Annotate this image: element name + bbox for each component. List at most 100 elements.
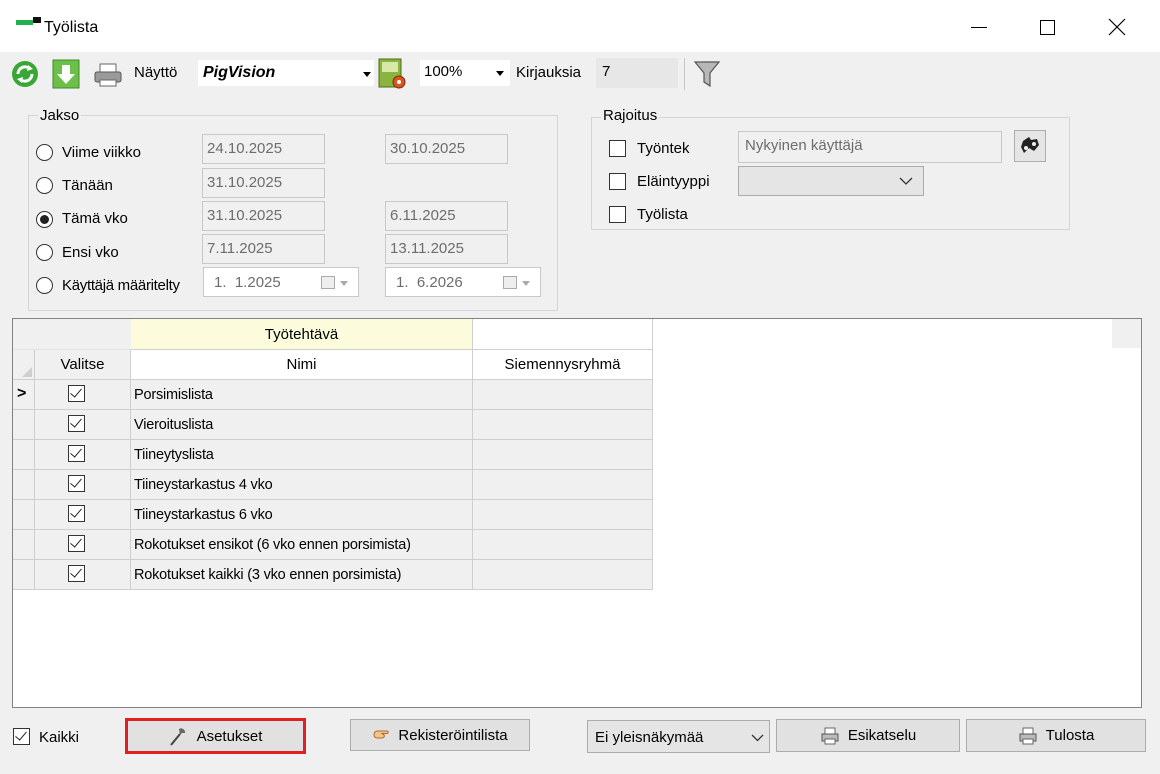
table-cell-nimi: Tiineystarkastus 4 vko [131,470,473,500]
date-from: 7.11.2025 [202,234,325,264]
row-selector[interactable] [13,440,35,470]
radio-viime-viikko[interactable] [36,144,53,161]
date-from: 31.10.2025 [202,168,325,198]
date-to: 13.11.2025 [385,234,508,264]
elaintyyppi-checkbox[interactable] [609,173,626,190]
column-header-siemennysryhma[interactable]: Siemennysryhmä [473,350,653,380]
maximize-button[interactable] [1024,10,1070,44]
kaikki-label: Kaikki [39,729,80,746]
tyontek-field[interactable]: Nykyinen käyttäjä [738,131,1002,163]
tyolista-label: Työlista [637,206,688,223]
document-gear-icon [378,58,406,89]
radio-kayttaja-maaritelty[interactable] [36,277,53,294]
column-header-nimi[interactable]: Nimi [131,350,473,380]
date-to: 6.11.2025 [385,201,508,231]
view-dropdown[interactable]: Ei yleisnäkymää [587,720,770,753]
row-selector[interactable] [13,410,35,440]
custom-date-from-picker[interactable]: 1. 1.2025 [203,267,359,297]
row-checkbox[interactable] [68,505,85,522]
tulosta-button[interactable]: Tulosta [966,719,1146,752]
zoom-dropdown[interactable]: 100% [420,60,510,86]
esikatselu-button[interactable]: Esikatselu [776,719,960,752]
tyontek-checkbox[interactable] [609,140,626,157]
radio-label: Tämä vko [62,210,128,227]
row-checkbox[interactable] [68,385,85,402]
close-button[interactable] [1094,10,1140,44]
table-cell-nimi: Tiineytyslista [131,440,473,470]
app-logo-icon [16,17,42,27]
rajoitus-title: Rajoitus [601,107,660,124]
row-checkbox[interactable] [68,415,85,432]
band-header-spacer [473,319,653,350]
export-button[interactable] [52,58,82,90]
chevron-down-icon [496,71,504,76]
radio-tanaan[interactable] [36,177,53,194]
row-checkbox[interactable] [68,475,85,492]
table-cell-nimi: Rokotukset ensikot (6 vko ennen porsimis… [131,530,473,560]
table-cell-valitse [35,470,131,500]
rekisterointilista-label: Rekisteröintilista [398,726,508,744]
table-cell-valitse [35,500,131,530]
row-selector-header [13,350,35,380]
refresh-icon [12,61,38,87]
row-selector[interactable] [13,500,35,530]
row-selector[interactable] [13,560,35,590]
date-from: 24.10.2025 [202,134,325,164]
date-from: 31.10.2025 [202,201,325,231]
custom-date-to-picker[interactable]: 1. 6.2026 [385,267,541,297]
radio-ensi-vko[interactable] [36,244,53,261]
search-user-button[interactable] [1014,130,1046,162]
table-cell-valitse [35,440,131,470]
naytto-dropdown[interactable]: PigVision [198,60,374,86]
current-row-marker: > [17,385,27,402]
radio-label: Tänään [62,177,113,194]
calendar-icon [321,276,335,289]
minimize-button[interactable] [956,10,1002,44]
table-cell-valitse [35,530,131,560]
kaikki-checkbox[interactable] [13,728,30,745]
window-title: Työlista [44,19,99,36]
table-cell-valitse [35,560,131,590]
chevron-down-icon [340,281,348,286]
table-cell-siemennysryhma [473,440,653,470]
chevron-down-icon [899,177,913,185]
report-settings-button[interactable] [377,57,407,89]
wrench-icon [169,728,185,746]
asetukset-button[interactable]: Asetukset [125,718,306,754]
zoom-value: 100% [424,63,463,80]
download-arrow-icon [52,59,80,89]
row-checkbox[interactable] [68,565,85,582]
esikatselu-label: Esikatselu [847,727,917,744]
row-checkbox[interactable] [68,445,85,462]
refresh-button[interactable] [10,58,40,90]
elaintyyppi-dropdown[interactable] [738,166,924,196]
row-selector[interactable] [13,530,35,560]
table-cell-nimi: Porsimislista [131,380,473,410]
radio-label: Käyttäjä määritelty [62,277,180,294]
rekisterointilista-button[interactable]: Rekisteröintilista [350,719,530,751]
filter-button[interactable] [692,58,722,90]
column-header-valitse[interactable]: Valitse [35,350,131,380]
row-selector[interactable] [13,470,35,500]
table-cell-valitse [35,410,131,440]
tyolista-checkbox[interactable] [609,206,626,223]
print-button[interactable] [92,58,122,90]
radio-tama-vko[interactable] [36,211,53,228]
row-selector[interactable]: > [13,380,35,410]
hand-pointer-icon [373,730,390,739]
chevron-down-icon [522,281,530,286]
table-cell-nimi: Vieroituslista [131,410,473,440]
row-checkbox[interactable] [68,535,85,552]
minimize-icon [971,26,987,28]
kirjauksia-count: 7 [596,58,678,88]
view-value: Ei yleisnäkymää [595,729,704,746]
radio-label: Ensi vko [62,244,119,261]
date-value: 1. 6.2026 [396,274,463,291]
chevron-down-icon [363,72,371,77]
asetukset-label: Asetukset [196,727,263,745]
band-header-tyotehtava: Työtehtävä [131,319,473,350]
table-cell-siemennysryhma [473,560,653,590]
table-cell-siemennysryhma [473,500,653,530]
table-cell-siemennysryhma [473,530,653,560]
kirjauksia-label: Kirjauksia [516,64,582,81]
